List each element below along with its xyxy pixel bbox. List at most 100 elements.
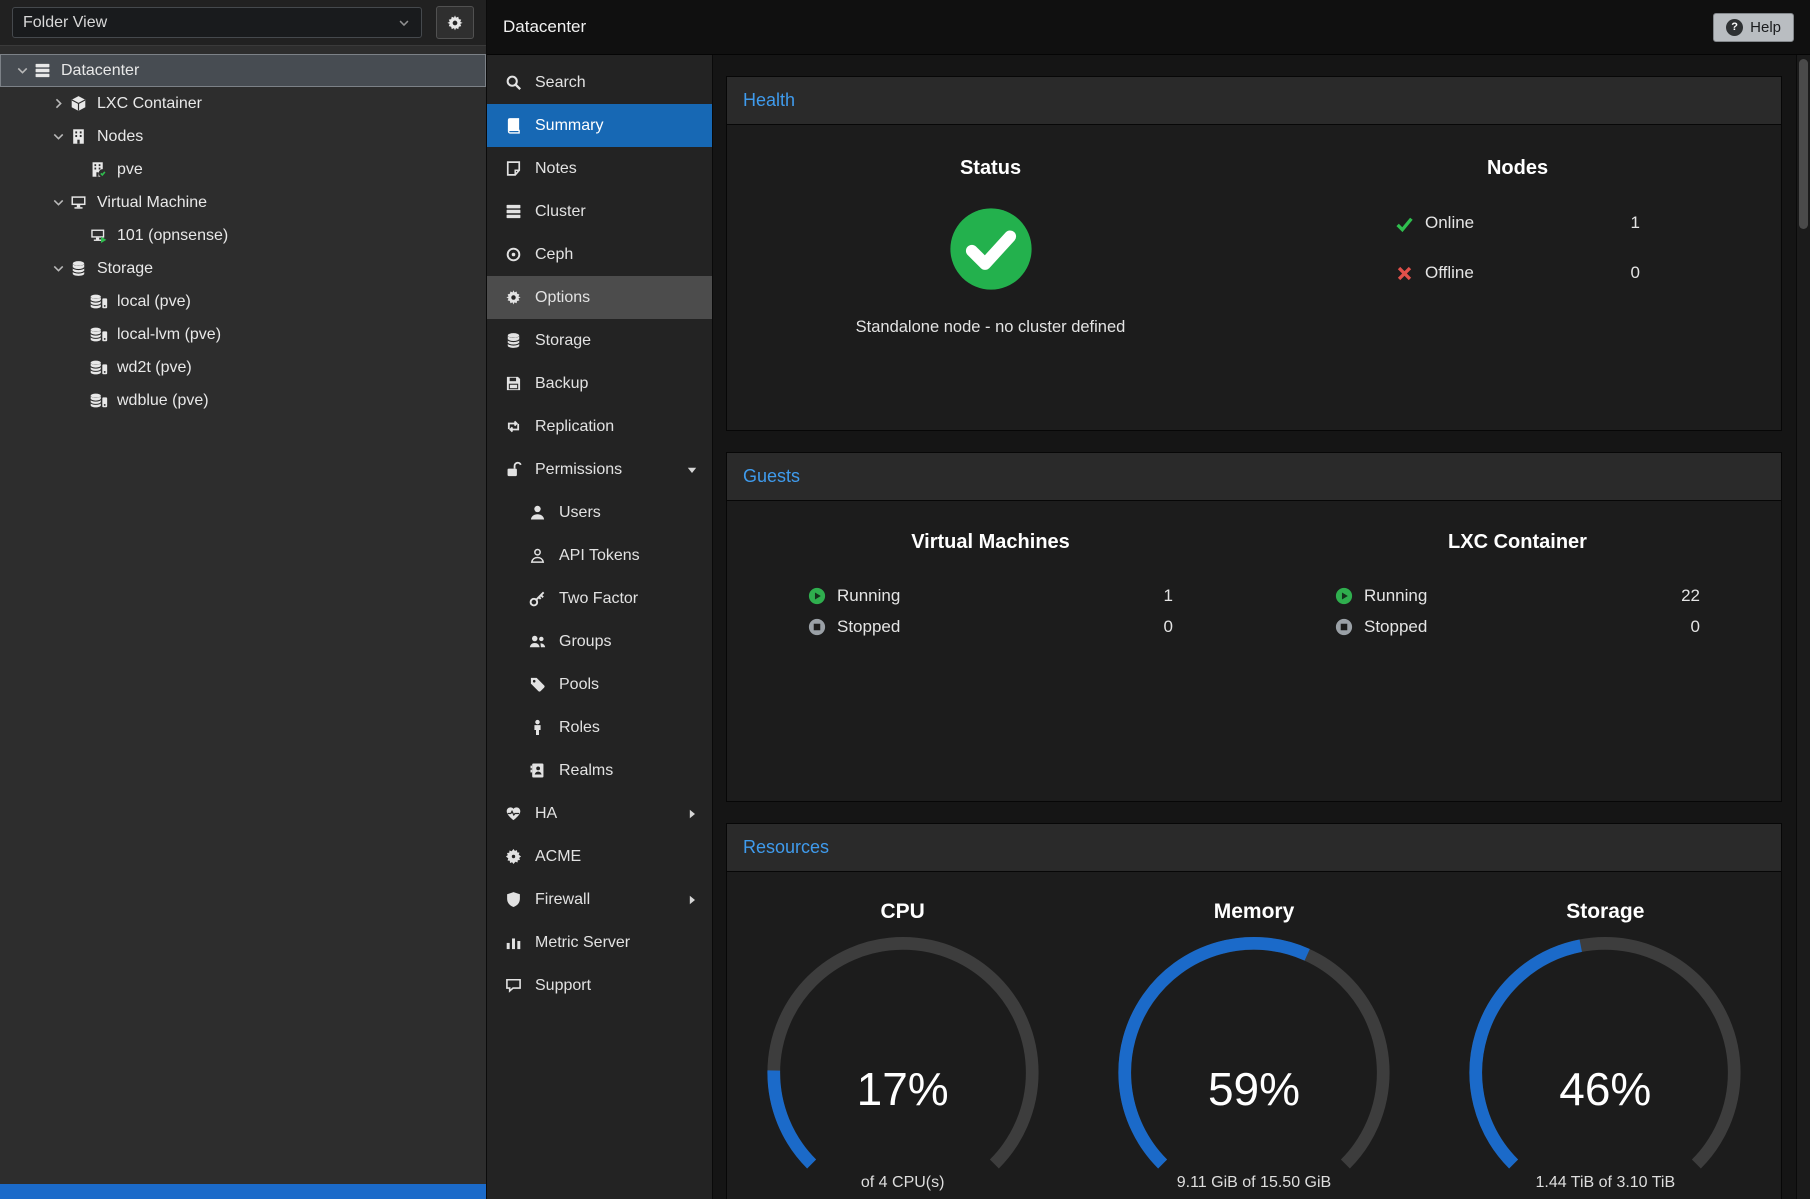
- guest-status-value: 1: [1164, 586, 1173, 606]
- node-status-label: Offline: [1425, 263, 1474, 283]
- menu-item[interactable]: Support: [487, 964, 712, 1007]
- chevron-right-icon[interactable]: [47, 96, 69, 111]
- play-circle-icon: [808, 587, 831, 605]
- view-mode-select[interactable]: Folder View: [12, 7, 422, 38]
- gear-icon: [446, 14, 464, 32]
- gauge-percent-value: 17%: [753, 1062, 1053, 1116]
- tree-toolbar: Folder View: [0, 0, 486, 46]
- menu-item[interactable]: Metric Server: [487, 921, 712, 964]
- tree-item[interactable]: Nodes: [0, 120, 486, 153]
- tree-item-label: Datacenter: [61, 62, 139, 80]
- tree-item[interactable]: local-lvm (pve): [0, 318, 486, 351]
- tree-item-label: pve: [117, 161, 143, 179]
- chevron-down-icon[interactable]: [47, 261, 69, 276]
- database-icon: [505, 332, 525, 349]
- menu-item[interactable]: Groups: [487, 620, 712, 663]
- menu-item[interactable]: Firewall: [487, 878, 712, 921]
- tree-item[interactable]: wd2t (pve): [0, 351, 486, 384]
- lxc-column-heading: LXC Container: [1254, 531, 1781, 554]
- tree-item[interactable]: wdblue (pve): [0, 384, 486, 417]
- tree-settings-button[interactable]: [436, 6, 474, 39]
- menu-item[interactable]: Replication: [487, 405, 712, 448]
- tree-item[interactable]: Virtual Machine: [0, 186, 486, 219]
- menu-item-label: HA: [535, 805, 557, 823]
- gauge-title: Storage: [1430, 900, 1781, 924]
- check-circle-icon: [948, 206, 1034, 292]
- health-panel-title: Health: [743, 90, 795, 110]
- menu-item[interactable]: Search: [487, 61, 712, 104]
- node-status-value: 1: [1631, 213, 1640, 233]
- nodes-heading: Nodes: [1254, 157, 1781, 180]
- tree-item[interactable]: local (pve): [0, 285, 486, 318]
- health-panel-header: Health: [727, 77, 1781, 125]
- storage-icon: [89, 392, 113, 409]
- chevron-down-icon[interactable]: [47, 195, 69, 210]
- gauge-caption: 9.11 GiB of 15.50 GiB: [1078, 1174, 1429, 1192]
- nodes-column: Nodes Online 1: [1254, 125, 1781, 430]
- vertical-scrollbar[interactable]: [1796, 55, 1810, 1199]
- menu-item[interactable]: Users: [487, 491, 712, 534]
- menu-item[interactable]: Notes: [487, 147, 712, 190]
- menu-item-label: Firewall: [535, 891, 590, 909]
- key-icon: [529, 590, 549, 607]
- menu-item[interactable]: ACME: [487, 835, 712, 878]
- guest-status-row: Running 1: [808, 580, 1173, 611]
- guest-status-label: Stopped: [837, 617, 900, 637]
- users-icon: [529, 633, 549, 650]
- resource-tree: Datacenter LXC Container Nodes: [0, 46, 486, 1184]
- tree-item[interactable]: Storage: [0, 252, 486, 285]
- menu-item[interactable]: Two Factor: [487, 577, 712, 620]
- gauge-caption: 1.44 TiB of 3.10 TiB: [1430, 1174, 1781, 1192]
- tree-item-label: wdblue (pve): [117, 392, 209, 410]
- tree-item-label: 101 (opnsense): [117, 227, 228, 245]
- node-online-icon: [89, 161, 113, 178]
- menu-item[interactable]: Realms: [487, 749, 712, 792]
- chevron-down-icon[interactable]: [11, 63, 33, 78]
- menu-item-label: Storage: [535, 332, 591, 350]
- node-status-row: Online 1: [1395, 198, 1640, 248]
- caret-down-icon: [686, 464, 699, 476]
- menu-item-label: Support: [535, 977, 591, 995]
- tree-item[interactable]: 101 (opnsense): [0, 219, 486, 252]
- menu-item[interactable]: Cluster: [487, 190, 712, 233]
- menu-item-label: Options: [535, 289, 590, 307]
- tag-icon: [529, 676, 549, 693]
- check-icon: [1395, 214, 1419, 233]
- menu-item[interactable]: Options: [487, 276, 712, 319]
- help-button-label: Help: [1750, 19, 1781, 36]
- menu-item[interactable]: Pools: [487, 663, 712, 706]
- tree-item-label: LXC Container: [97, 95, 202, 113]
- guests-panel-header: Guests: [727, 453, 1781, 501]
- right-body: Search Summary Notes: [487, 55, 1810, 1199]
- caret-right-icon: [686, 894, 699, 906]
- guest-status-row: Running 22: [1335, 580, 1700, 611]
- virtual-machines-column: Virtual Machines Running 1: [727, 531, 1254, 801]
- menu-item[interactable]: Ceph: [487, 233, 712, 276]
- cube-icon: [69, 95, 93, 112]
- tree-item[interactable]: Datacenter: [0, 54, 486, 87]
- menu-item[interactable]: HA: [487, 792, 712, 835]
- health-panel-body: Status Standalone node - no cluster defi…: [727, 125, 1781, 430]
- tree-item[interactable]: LXC Container: [0, 87, 486, 120]
- storage-icon: [89, 359, 113, 376]
- tree-item-label: wd2t (pve): [117, 359, 192, 377]
- page-title: Datacenter: [503, 17, 586, 37]
- menu-item[interactable]: Roles: [487, 706, 712, 749]
- menu-item-label: Summary: [535, 117, 603, 135]
- menu-item[interactable]: Summary: [487, 104, 712, 147]
- tree-item-label: Storage: [97, 260, 153, 278]
- scrollbar-thumb[interactable]: [1799, 59, 1808, 229]
- guest-status-row: Stopped 0: [808, 611, 1173, 642]
- menu-item[interactable]: Backup: [487, 362, 712, 405]
- menu-item[interactable]: API Tokens: [487, 534, 712, 577]
- bottom-panel-strip: [0, 1184, 486, 1199]
- chevron-down-icon[interactable]: [47, 129, 69, 144]
- menu-item-label: Users: [559, 504, 601, 522]
- tree-item-label: Virtual Machine: [97, 194, 207, 212]
- user-outline-icon: [529, 547, 549, 564]
- help-button[interactable]: ? Help: [1713, 13, 1794, 42]
- tree-item[interactable]: pve: [0, 153, 486, 186]
- menu-item[interactable]: Storage: [487, 319, 712, 362]
- cluster-icon: [505, 203, 525, 220]
- menu-item[interactable]: Permissions: [487, 448, 712, 491]
